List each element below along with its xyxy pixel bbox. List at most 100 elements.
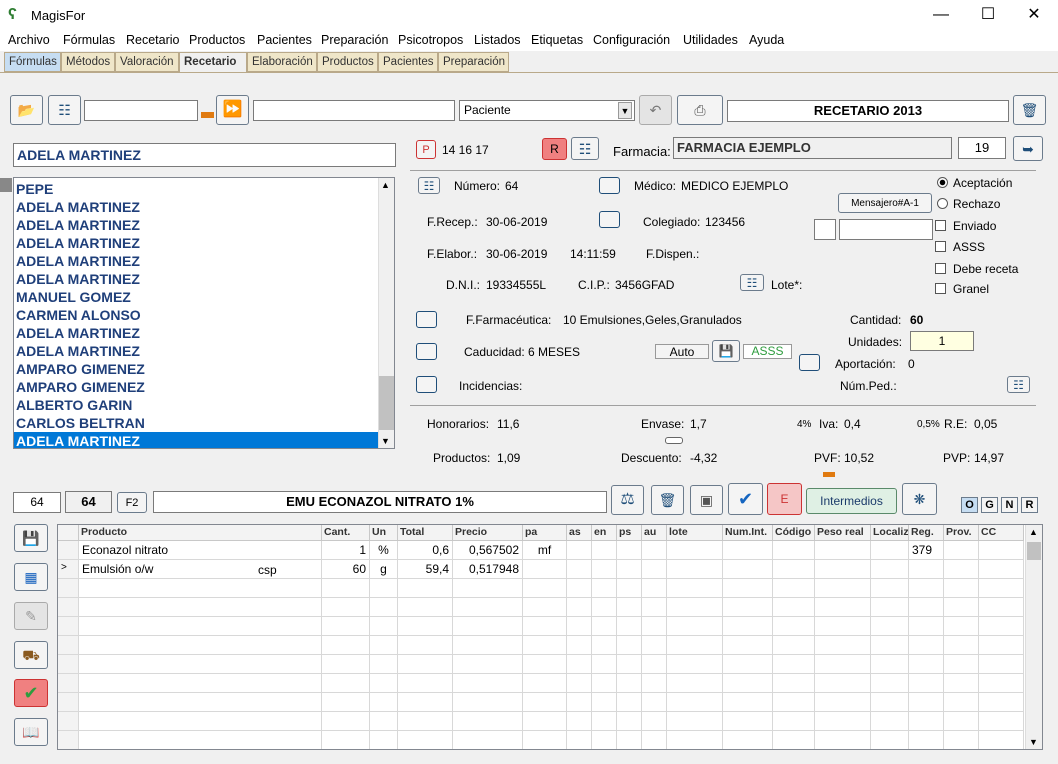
- grid-cell[interactable]: [592, 693, 617, 712]
- grid-cell[interactable]: [723, 579, 773, 598]
- grid-cell[interactable]: [667, 731, 723, 749]
- grid-cell[interactable]: [567, 731, 592, 749]
- grid-cell[interactable]: [398, 731, 453, 749]
- unidades-input[interactable]: 1: [910, 331, 974, 351]
- search-input[interactable]: [84, 100, 198, 121]
- list-item[interactable]: AMPARO GIMENEZ: [14, 378, 394, 396]
- grid-cell[interactable]: [944, 598, 979, 617]
- grid-cell[interactable]: [523, 655, 567, 674]
- grid-cell[interactable]: [79, 617, 322, 636]
- grid-cell[interactable]: [909, 636, 944, 655]
- grid-header-cant-[interactable]: Cant.: [322, 525, 370, 541]
- table-button[interactable]: ▦: [14, 563, 48, 591]
- grid-cell[interactable]: [667, 560, 723, 579]
- grid-cell[interactable]: [667, 636, 723, 655]
- menu-listados[interactable]: Listados: [474, 33, 521, 47]
- grid-cell[interactable]: [773, 579, 815, 598]
- save-button[interactable]: 💾: [14, 524, 48, 552]
- grid-cell[interactable]: [642, 636, 667, 655]
- grid-cell[interactable]: [944, 541, 979, 560]
- rechazo-radio[interactable]: [937, 198, 948, 209]
- grid-cell[interactable]: [979, 636, 1024, 655]
- grid-cell[interactable]: [723, 693, 773, 712]
- grid-cell[interactable]: [617, 617, 642, 636]
- grid-header-precio[interactable]: Precio: [453, 525, 523, 541]
- grid-cell[interactable]: g: [370, 560, 398, 579]
- grid-cell[interactable]: [322, 693, 370, 712]
- grid-cell[interactable]: [871, 731, 909, 749]
- grid-cell[interactable]: 59,4: [398, 560, 453, 579]
- grid-cell[interactable]: [567, 655, 592, 674]
- grid-cell[interactable]: [322, 579, 370, 598]
- list-item[interactable]: ADELA MARTINEZ: [14, 324, 394, 342]
- grid-cell[interactable]: [370, 636, 398, 655]
- grid-cell[interactable]: [370, 617, 398, 636]
- grid-cell[interactable]: [723, 636, 773, 655]
- grid-header-total[interactable]: Total: [398, 525, 453, 541]
- grid-cell[interactable]: [398, 674, 453, 693]
- grid-cell[interactable]: [523, 560, 567, 579]
- granel-checkbox[interactable]: [935, 283, 946, 294]
- grid-cell[interactable]: [453, 731, 523, 749]
- menu-preparacion[interactable]: Preparación: [321, 33, 388, 47]
- grid-cell[interactable]: [723, 674, 773, 693]
- tab-valoracion[interactable]: Valoración: [115, 52, 179, 72]
- list-item[interactable]: ADELA MARTINEZ: [14, 432, 394, 448]
- grid-cell[interactable]: [453, 617, 523, 636]
- grid-cell[interactable]: [398, 579, 453, 598]
- grid-cell[interactable]: [871, 712, 909, 731]
- grid-cell[interactable]: [944, 693, 979, 712]
- grid-cell[interactable]: [909, 560, 944, 579]
- grid-cell[interactable]: 1: [322, 541, 370, 560]
- grid-cell[interactable]: [871, 655, 909, 674]
- grid-header-c-digo[interactable]: Código: [773, 525, 815, 541]
- grid-cell[interactable]: [944, 731, 979, 749]
- aux-field-1[interactable]: [814, 219, 836, 240]
- fast-forward-button[interactable]: ⏩: [216, 95, 249, 125]
- grid-cell[interactable]: [523, 712, 567, 731]
- grid-cell[interactable]: [667, 541, 723, 560]
- enviado-checkbox[interactable]: [935, 220, 946, 231]
- grid-cell[interactable]: [642, 560, 667, 579]
- grid-cell[interactable]: [815, 541, 871, 560]
- grid-cell[interactable]: [617, 636, 642, 655]
- grid-cell[interactable]: [79, 579, 322, 598]
- grid-cell[interactable]: [979, 560, 1024, 579]
- grid-cell[interactable]: [667, 579, 723, 598]
- grid-cell[interactable]: mf: [523, 541, 567, 560]
- grid-cell[interactable]: [567, 541, 592, 560]
- grid-cell[interactable]: [642, 541, 667, 560]
- print-button[interactable]: ⎙: [677, 95, 723, 125]
- grid-cell[interactable]: [871, 617, 909, 636]
- grid-cell[interactable]: [979, 712, 1024, 731]
- grid-cell[interactable]: [815, 693, 871, 712]
- grid-cell[interactable]: [944, 579, 979, 598]
- grid-cell[interactable]: [617, 541, 642, 560]
- letter-r-button[interactable]: R: [1021, 497, 1038, 513]
- e-button[interactable]: E: [767, 483, 802, 515]
- tree-button[interactable]: ☷: [48, 95, 81, 125]
- grid-cell[interactable]: [453, 655, 523, 674]
- grid-cell[interactable]: [370, 598, 398, 617]
- grid-header-num-int-[interactable]: Num.Int.: [723, 525, 773, 541]
- grid-cell[interactable]: [944, 655, 979, 674]
- grid-cell[interactable]: [398, 712, 453, 731]
- grid-cell[interactable]: [453, 579, 523, 598]
- grid-cell[interactable]: 0,567502: [453, 541, 523, 560]
- list-scrollbar[interactable]: ▲ ▼: [378, 178, 394, 448]
- grid-cell[interactable]: [592, 579, 617, 598]
- grid-header-prov-[interactable]: Prov.: [944, 525, 979, 541]
- grid-cell[interactable]: [723, 598, 773, 617]
- grid-cell[interactable]: [617, 579, 642, 598]
- grid-cell[interactable]: [523, 693, 567, 712]
- grid-cell[interactable]: [592, 617, 617, 636]
- grid-cell[interactable]: [871, 636, 909, 655]
- grid-cell[interactable]: [979, 541, 1024, 560]
- grid-cell[interactable]: Emulsión o/w: [79, 560, 322, 579]
- grid-cell[interactable]: [979, 731, 1024, 749]
- grid-cell[interactable]: [642, 712, 667, 731]
- farmacia-number[interactable]: 19: [958, 137, 1006, 159]
- grid-cell[interactable]: [909, 674, 944, 693]
- grid-cell[interactable]: [667, 712, 723, 731]
- grid-cell[interactable]: [773, 560, 815, 579]
